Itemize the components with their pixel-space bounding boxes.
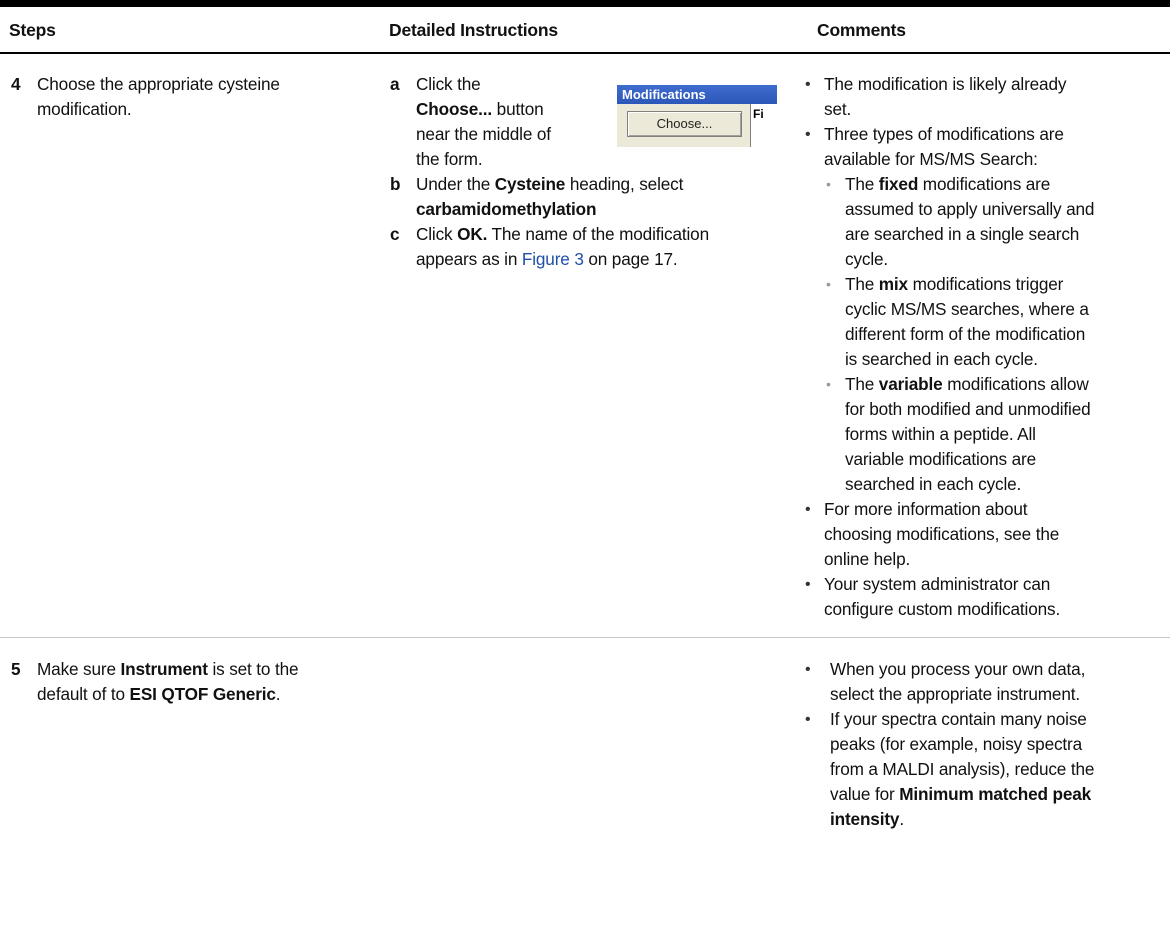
bullet-icon: • (805, 126, 811, 143)
choose-button[interactable]: Choose... (627, 111, 742, 137)
row-separator (0, 637, 1170, 638)
step-number: 5 (11, 659, 21, 679)
panel-side-label: Fi (753, 107, 764, 121)
comment-text: Three types of modifications are availab… (824, 124, 1064, 169)
substep-letter-c: c (390, 224, 400, 244)
bullet-icon: • (805, 711, 811, 728)
bullet-icon: • (805, 576, 811, 593)
comment-text: The modification is likely already set. (824, 74, 1067, 119)
step-4-text: Choose the appropriate cysteine modifica… (37, 74, 280, 119)
modifications-panel-screenshot: Modifications Choose... Fi (617, 85, 777, 147)
header-rule (0, 52, 1170, 54)
figure-3-link[interactable]: Figure 3 (522, 249, 584, 269)
substep-a-text: Click the Choose... button near the midd… (416, 74, 551, 169)
comment-text: For more information about choosing modi… (824, 499, 1060, 569)
substep-letter-a: a (390, 74, 400, 94)
sub-bullet-icon: • (826, 376, 831, 392)
comment-text: When you process your own data, select t… (830, 659, 1086, 704)
step-5-text: Make sure Instrument is set to the defau… (37, 659, 299, 704)
comment-subitem-text: The variable modifications allow for bot… (845, 374, 1091, 494)
comment-subitem-text: The mix modifications trigger cyclic MS/… (845, 274, 1089, 369)
top-rule (0, 0, 1170, 7)
comment-subitem-text: The fixed modifications are assumed to a… (845, 174, 1095, 269)
header-steps: Steps (9, 20, 56, 40)
header-instructions: Detailed Instructions (389, 20, 558, 40)
sub-bullet-icon: • (826, 276, 831, 292)
bullet-icon: • (805, 501, 811, 518)
substep-b-text: Under the Cysteine heading, select carba… (416, 174, 684, 219)
modifications-panel-title: Modifications (617, 85, 777, 104)
substep-letter-b: b (390, 174, 401, 194)
sub-bullet-icon: • (826, 176, 831, 192)
bullet-icon: • (805, 661, 811, 678)
substep-c-text: Click OK. The name of the modification a… (416, 224, 709, 269)
header-comments: Comments (817, 20, 906, 40)
comment-text: Your system administrator can configure … (824, 574, 1061, 619)
bullet-icon: • (805, 76, 811, 93)
step-number: 4 (11, 74, 21, 94)
comment-text: If your spectra contain many noise peaks… (830, 709, 1095, 829)
